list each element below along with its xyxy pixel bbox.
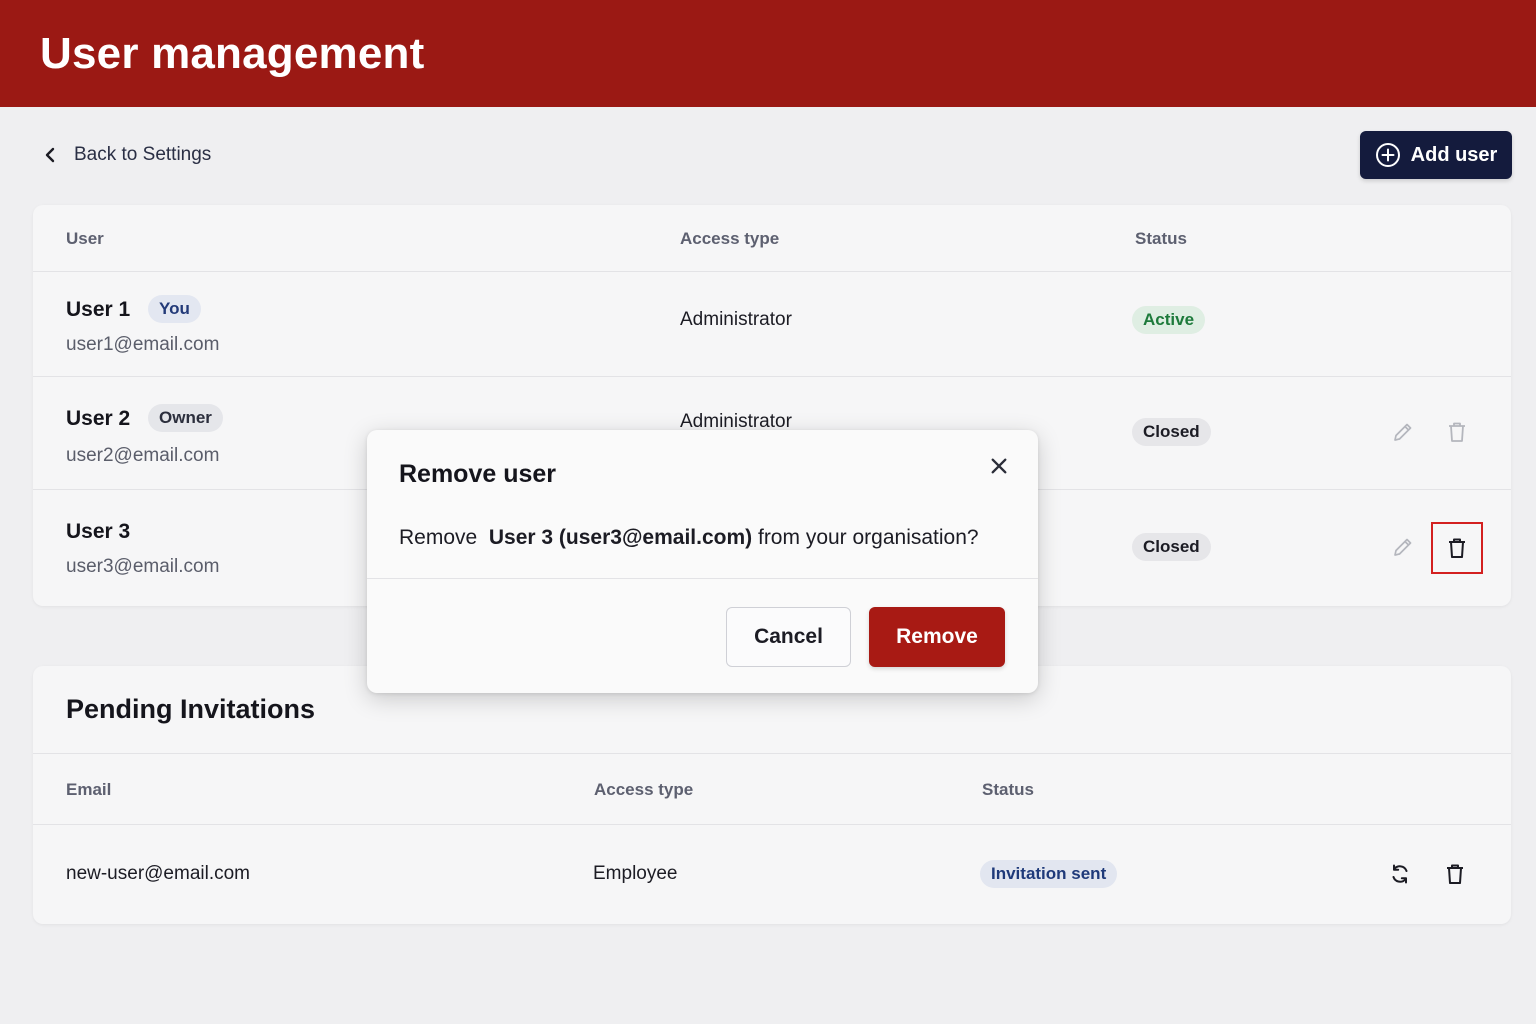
page-title: User management xyxy=(40,29,425,78)
remove-user-dialog: Remove user Remove User 3 (user3@email.c… xyxy=(367,430,1038,693)
column-header-status: Status xyxy=(982,780,1034,799)
message-target: User 3 (user3@email.com) xyxy=(488,526,753,549)
row-divider xyxy=(33,376,1511,377)
column-header-access-type: Access type xyxy=(680,229,780,248)
header-divider xyxy=(33,824,1511,825)
chevron-left-icon xyxy=(45,147,55,163)
trash-icon xyxy=(1449,422,1465,442)
edit-user-button[interactable] xyxy=(1383,412,1423,452)
header-divider xyxy=(33,271,1511,272)
delete-user-button[interactable] xyxy=(1431,522,1483,574)
user-name: User 1 xyxy=(66,298,131,321)
message-prefix: Remove xyxy=(399,526,478,549)
trash-icon xyxy=(1447,864,1463,884)
section-title: Pending Invitations xyxy=(66,694,316,724)
pencil-icon xyxy=(1394,423,1412,441)
back-link-label: Back to Settings xyxy=(74,144,212,165)
refresh-icon xyxy=(1392,864,1408,884)
trash-icon xyxy=(1449,538,1465,558)
column-header-email: Email xyxy=(66,780,112,799)
pencil-icon xyxy=(1394,538,1412,556)
close-icon xyxy=(991,458,1007,474)
edit-user-button[interactable] xyxy=(1383,527,1423,567)
invite-email: new-user@email.com xyxy=(66,863,251,884)
user-email: user2@email.com xyxy=(66,445,220,466)
user-email: user3@email.com xyxy=(66,556,220,577)
remove-button[interactable]: Remove xyxy=(869,607,1005,667)
app-header: User management xyxy=(0,0,1536,107)
dialog-divider xyxy=(367,578,1038,579)
user-email: user1@email.com xyxy=(66,334,220,355)
owner-badge: Owner xyxy=(148,404,223,432)
column-header-status: Status xyxy=(1135,229,1187,248)
access-type: Employee xyxy=(593,863,678,884)
dialog-message: Remove User 3 (user3@email.com) from you… xyxy=(399,526,979,550)
delete-invitation-button[interactable] xyxy=(1435,854,1475,894)
user-name: User 3 xyxy=(66,520,131,543)
add-user-label: Add user xyxy=(1410,143,1498,166)
resend-invitation-button[interactable] xyxy=(1380,854,1420,894)
delete-user-button[interactable] xyxy=(1437,412,1477,452)
column-header-user: User xyxy=(66,229,104,248)
status-badge: Closed xyxy=(1132,418,1211,446)
column-header-access-type: Access type xyxy=(594,780,694,799)
back-to-settings-link[interactable]: Back to Settings xyxy=(40,140,211,170)
status-badge: Invitation sent xyxy=(980,860,1118,888)
message-suffix: from your organisation? xyxy=(757,526,979,549)
access-type: Administrator xyxy=(680,309,792,330)
status-badge: Closed xyxy=(1132,533,1211,561)
title-divider xyxy=(33,753,1511,754)
dialog-title: Remove user xyxy=(399,460,557,488)
you-badge: You xyxy=(148,295,201,323)
add-user-button[interactable]: Add user xyxy=(1360,131,1512,179)
pending-invitations-section: Pending Invitations Email Access type St… xyxy=(33,666,1511,924)
cancel-button[interactable]: Cancel xyxy=(726,607,851,667)
status-badge: Active xyxy=(1132,306,1206,334)
plus-circle-icon xyxy=(1375,143,1400,167)
user-name: User 2 xyxy=(66,407,131,430)
close-dialog-button[interactable] xyxy=(985,452,1013,480)
